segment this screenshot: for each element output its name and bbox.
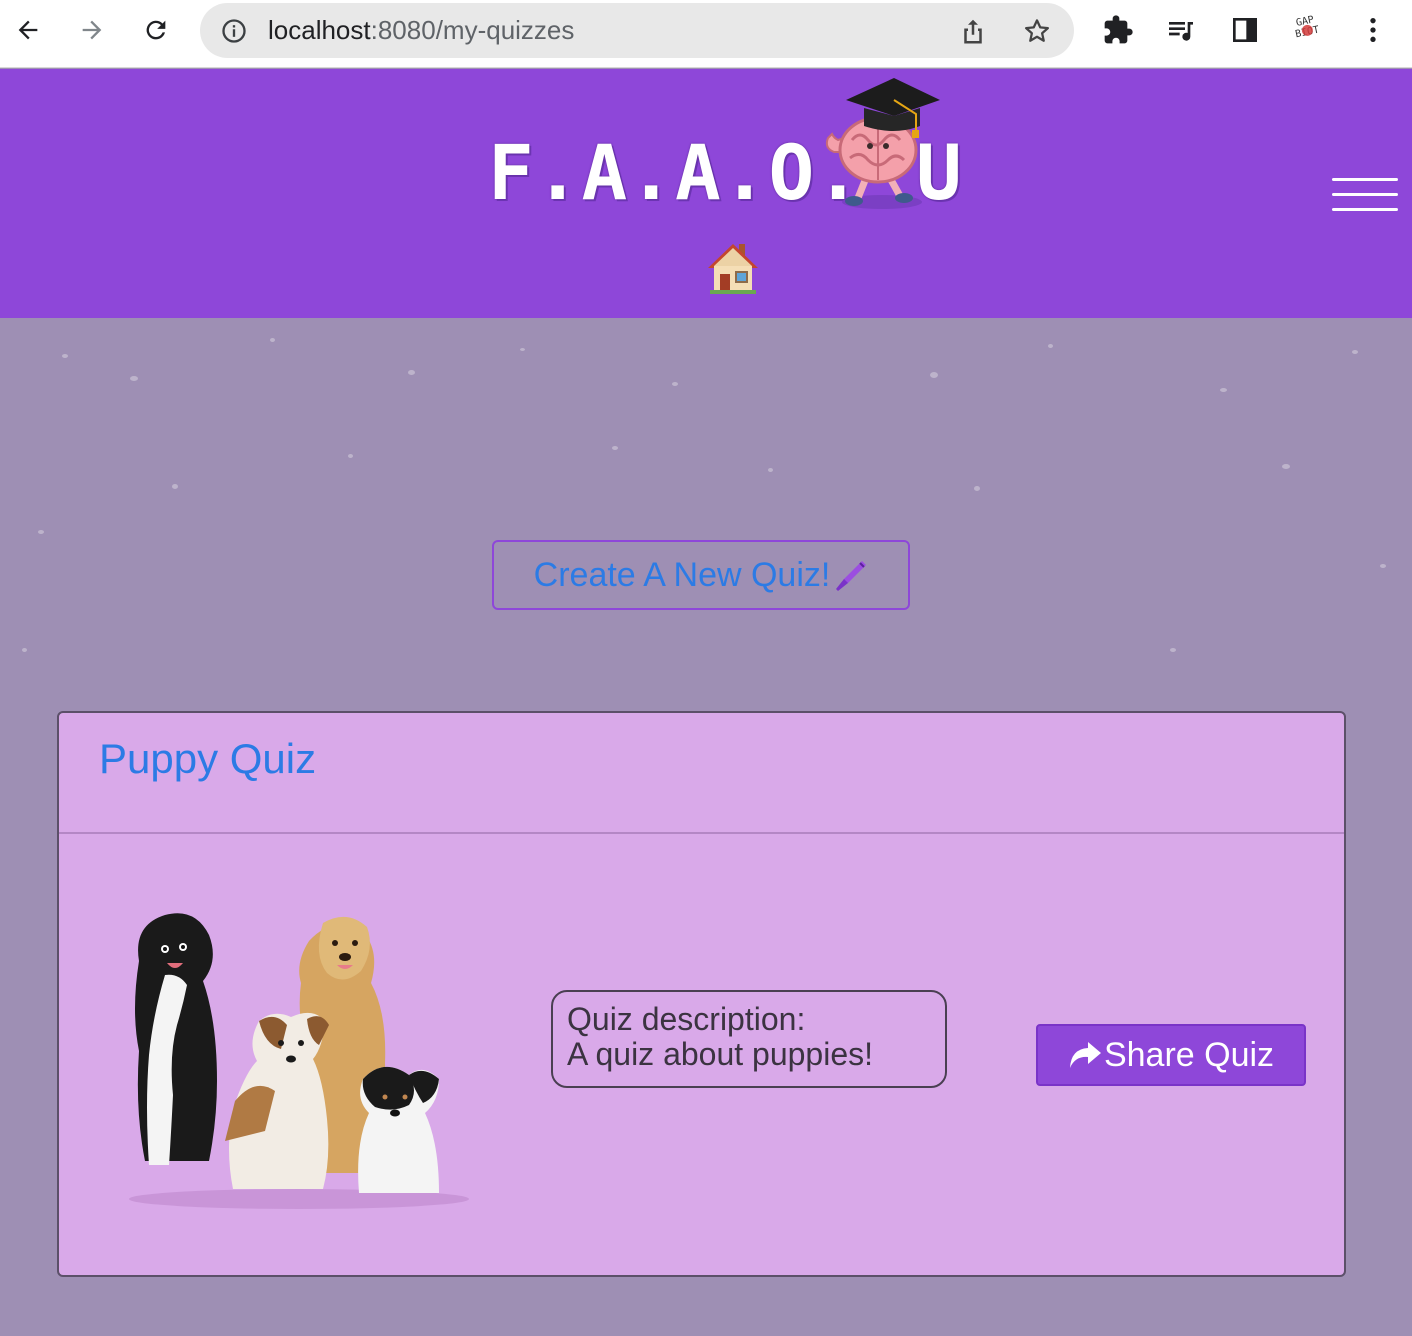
media-button[interactable]: [1165, 14, 1197, 46]
arrow-right-icon: [82, 20, 102, 40]
site-logo-text[interactable]: F.A.A.O.: [488, 135, 862, 211]
share-page-icon[interactable]: [958, 16, 988, 46]
star-icon[interactable]: [1022, 16, 1052, 46]
url-text[interactable]: localhost:8080/my-quizzes: [268, 15, 574, 46]
address-bar[interactable]: localhost:8080/my-quizzes: [200, 3, 1074, 58]
browser-toolbar: localhost:8080/my-quizzes GAPBIOT: [0, 0, 1412, 68]
share-quiz-button[interactable]: Share Quiz: [1036, 1024, 1306, 1086]
url-host: localhost: [268, 15, 371, 45]
extensions-button[interactable]: [1102, 14, 1134, 46]
quiz-title[interactable]: Puppy Quiz: [99, 735, 316, 783]
reload-button[interactable]: [138, 12, 174, 48]
info-icon[interactable]: [220, 17, 248, 45]
site-logo-suffix[interactable]: U: [916, 135, 962, 211]
side-panel-icon: [1233, 18, 1257, 42]
description-text: A quiz about puppies!: [567, 1036, 874, 1072]
back-button[interactable]: [10, 12, 46, 48]
gap-bot-icon[interactable]: GAPBIOT: [1287, 13, 1326, 49]
side-panel-button[interactable]: [1229, 14, 1261, 46]
share-quiz-label: Share Quiz: [1103, 1035, 1275, 1074]
pen-icon: [836, 561, 867, 591]
house-icon[interactable]: [706, 240, 760, 296]
create-quiz-label: Create A New Quiz!: [533, 555, 831, 594]
arrow-left-icon: [18, 20, 38, 40]
quiz-description: Quiz description: A quiz about puppies!: [551, 990, 947, 1088]
quiz-card: Puppy Quiz Quiz description: A quiz abou…: [57, 711, 1346, 1277]
puzzle-icon: [1104, 15, 1133, 44]
puppies-image: [129, 913, 469, 1209]
url-path: :8080/my-quizzes: [370, 15, 575, 45]
media-playlist-icon: [1169, 22, 1193, 41]
create-quiz-button[interactable]: Create A New Quiz!: [492, 540, 910, 610]
main-content: Create A New Quiz! Puppy Quiz Quiz descr…: [0, 318, 1412, 1336]
share-arrow-icon: [1069, 1042, 1101, 1068]
kebab-menu-icon: [1370, 18, 1376, 42]
browser-menu-button[interactable]: [1357, 14, 1389, 46]
hamburger-menu-icon: [1332, 174, 1398, 212]
description-label: Quiz description:: [567, 1001, 806, 1037]
card-divider: [59, 832, 1344, 834]
forward-button[interactable]: [74, 12, 110, 48]
reload-icon: [146, 20, 166, 40]
